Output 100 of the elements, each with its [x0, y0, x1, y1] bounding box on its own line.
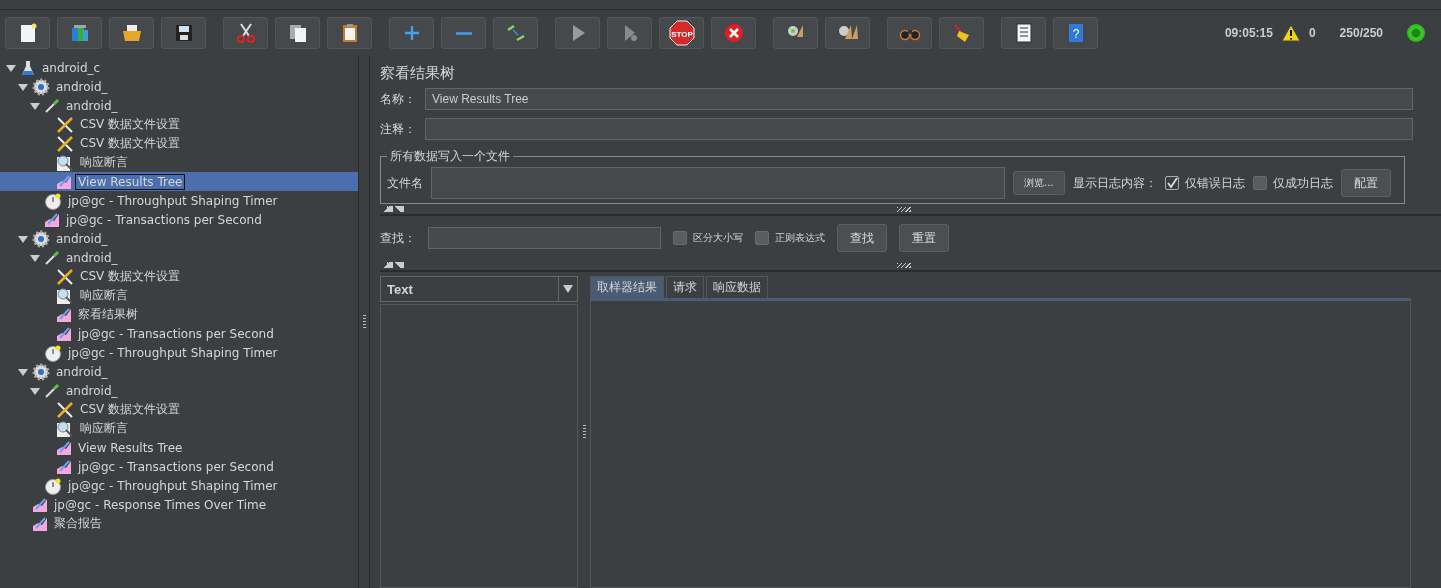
stop-button[interactable]: STOP — [659, 17, 704, 49]
renderer-dropdown[interactable]: Text — [380, 276, 578, 302]
log-option-checkbox[interactable]: 仅错误日志 — [1164, 174, 1245, 192]
tree-item[interactable]: View Results Tree — [0, 438, 358, 457]
tree-item[interactable]: jp@gc - Response Times Over Time — [0, 495, 358, 514]
shutdown-button[interactable] — [711, 17, 756, 49]
tree-item[interactable]: android_ — [0, 77, 358, 96]
comment-field[interactable] — [425, 118, 1413, 140]
elapsed-time: 09:05:15 — [1224, 26, 1273, 40]
tree-item[interactable]: CSV 数据文件设置 — [0, 115, 358, 134]
expand-arrow-icon[interactable] — [30, 252, 41, 263]
tree-item[interactable]: CSV 数据文件设置 — [0, 134, 358, 153]
expand-arrow-icon[interactable] — [6, 62, 17, 73]
expand-arrow-icon[interactable] — [18, 81, 29, 92]
name-label: 名称： — [380, 90, 417, 108]
copy-button[interactable] — [275, 17, 320, 49]
expand-arrow-icon[interactable] — [30, 100, 41, 111]
collapse-arrows-icon[interactable] — [382, 206, 404, 212]
tree-item[interactable]: android_ — [0, 362, 358, 381]
configure-button[interactable]: 配置 — [1340, 169, 1391, 197]
tree-item[interactable]: android_ — [0, 381, 358, 400]
splitter-handle[interactable] — [582, 425, 586, 439]
tree-item[interactable]: android_c — [0, 58, 358, 77]
find-button[interactable]: 查找 — [837, 224, 887, 252]
filename-field[interactable] — [431, 167, 1005, 199]
expand-arrow-icon[interactable] — [18, 366, 29, 377]
collapse-arrows-icon[interactable] — [382, 262, 404, 268]
scissors-icon — [234, 22, 257, 44]
tree-item[interactable]: jp@gc - Throughput Shaping Timer — [0, 343, 358, 362]
tree-item[interactable]: jp@gc - Transactions per Second — [0, 210, 358, 229]
splitter-handle[interactable] — [362, 315, 366, 329]
pipette-icon — [44, 382, 60, 399]
search-option-checkbox[interactable]: 正则表达式 — [755, 231, 825, 245]
search-button[interactable] — [887, 17, 932, 49]
tree-item[interactable]: 察看结果树 — [0, 305, 358, 324]
pipette-icon — [44, 97, 60, 114]
tree-item[interactable]: android_ — [0, 229, 358, 248]
warning-icon — [1280, 24, 1301, 42]
tree-item[interactable]: jp@gc - Throughput Shaping Timer — [0, 191, 358, 210]
log-content-label: 显示日志内容： — [1072, 174, 1157, 192]
save-button[interactable] — [161, 17, 206, 49]
tree-item[interactable]: 响应断言 — [0, 153, 358, 172]
functions-button[interactable] — [1001, 17, 1046, 49]
chart-icon — [56, 306, 72, 323]
active-threads: 250/250 — [1339, 26, 1383, 40]
tree-item[interactable]: View Results Tree — [0, 172, 358, 191]
tree-item[interactable]: CSV 数据文件设置 — [0, 267, 358, 286]
clear-all-button[interactable] — [825, 17, 870, 49]
chart-icon — [56, 325, 72, 342]
browse-button[interactable]: 浏览... — [1013, 171, 1065, 195]
log-option-checkbox[interactable]: 仅成功日志 — [1252, 174, 1333, 192]
start-button[interactable] — [555, 17, 600, 49]
tree-item[interactable]: jp@gc - Transactions per Second — [0, 457, 358, 476]
magnifier-icon — [56, 153, 74, 172]
close-icon — [722, 22, 745, 44]
gear-icon — [32, 77, 50, 96]
tools-icon — [56, 115, 74, 134]
name-field[interactable]: View Results Tree — [425, 88, 1413, 110]
gear-icon — [32, 362, 50, 381]
pipette-icon — [44, 249, 60, 266]
paste-button[interactable] — [327, 17, 372, 49]
tree-item[interactable]: 响应断言 — [0, 286, 358, 305]
caret-icon — [563, 285, 573, 293]
chart-icon — [56, 458, 72, 475]
search-label: 查找： — [380, 229, 416, 247]
tree-item[interactable]: CSV 数据文件设置 — [0, 400, 358, 419]
search-field[interactable] — [428, 227, 661, 249]
minus-icon — [455, 31, 472, 35]
splitter-handle[interactable] — [897, 206, 911, 212]
templates-button[interactable] — [57, 17, 102, 49]
open-button[interactable] — [109, 17, 154, 49]
result-tab[interactable]: 响应数据 — [706, 276, 768, 298]
chart-icon — [56, 173, 72, 190]
warning-count: 0 — [1308, 26, 1316, 40]
panel-title: 察看结果树 — [380, 64, 456, 84]
folder-icon — [120, 22, 143, 44]
group-title: 所有数据写入一个文件 — [389, 148, 511, 165]
start-no-pause-button[interactable] — [607, 17, 652, 49]
toggle-button[interactable] — [493, 17, 538, 49]
expand-button[interactable] — [389, 17, 434, 49]
flask-icon — [20, 59, 36, 76]
search-option-checkbox[interactable]: 区分大小写 — [673, 231, 743, 245]
tree-item[interactable]: jp@gc - Throughput Shaping Timer — [0, 476, 358, 495]
clear-button[interactable] — [773, 17, 818, 49]
cut-button[interactable] — [223, 17, 268, 49]
reset-button[interactable]: 重置 — [899, 224, 949, 252]
result-tab[interactable]: 取样器结果 — [590, 276, 664, 298]
tree-item[interactable]: 聚合报告 — [0, 514, 358, 533]
tree-item[interactable]: android_ — [0, 248, 358, 267]
expand-arrow-icon[interactable] — [18, 233, 29, 244]
splitter-handle[interactable] — [897, 262, 911, 268]
new-button[interactable] — [5, 17, 50, 49]
expand-arrow-icon[interactable] — [30, 385, 41, 396]
chart-icon — [44, 211, 60, 228]
result-tab[interactable]: 请求 — [666, 276, 704, 298]
reset-search-button[interactable] — [939, 17, 984, 49]
tree-item[interactable]: jp@gc - Transactions per Second — [0, 324, 358, 343]
help-button[interactable]: ? — [1053, 17, 1098, 49]
tree-item[interactable]: android_ — [0, 96, 358, 115]
tree-item[interactable]: 响应断言 — [0, 419, 358, 438]
